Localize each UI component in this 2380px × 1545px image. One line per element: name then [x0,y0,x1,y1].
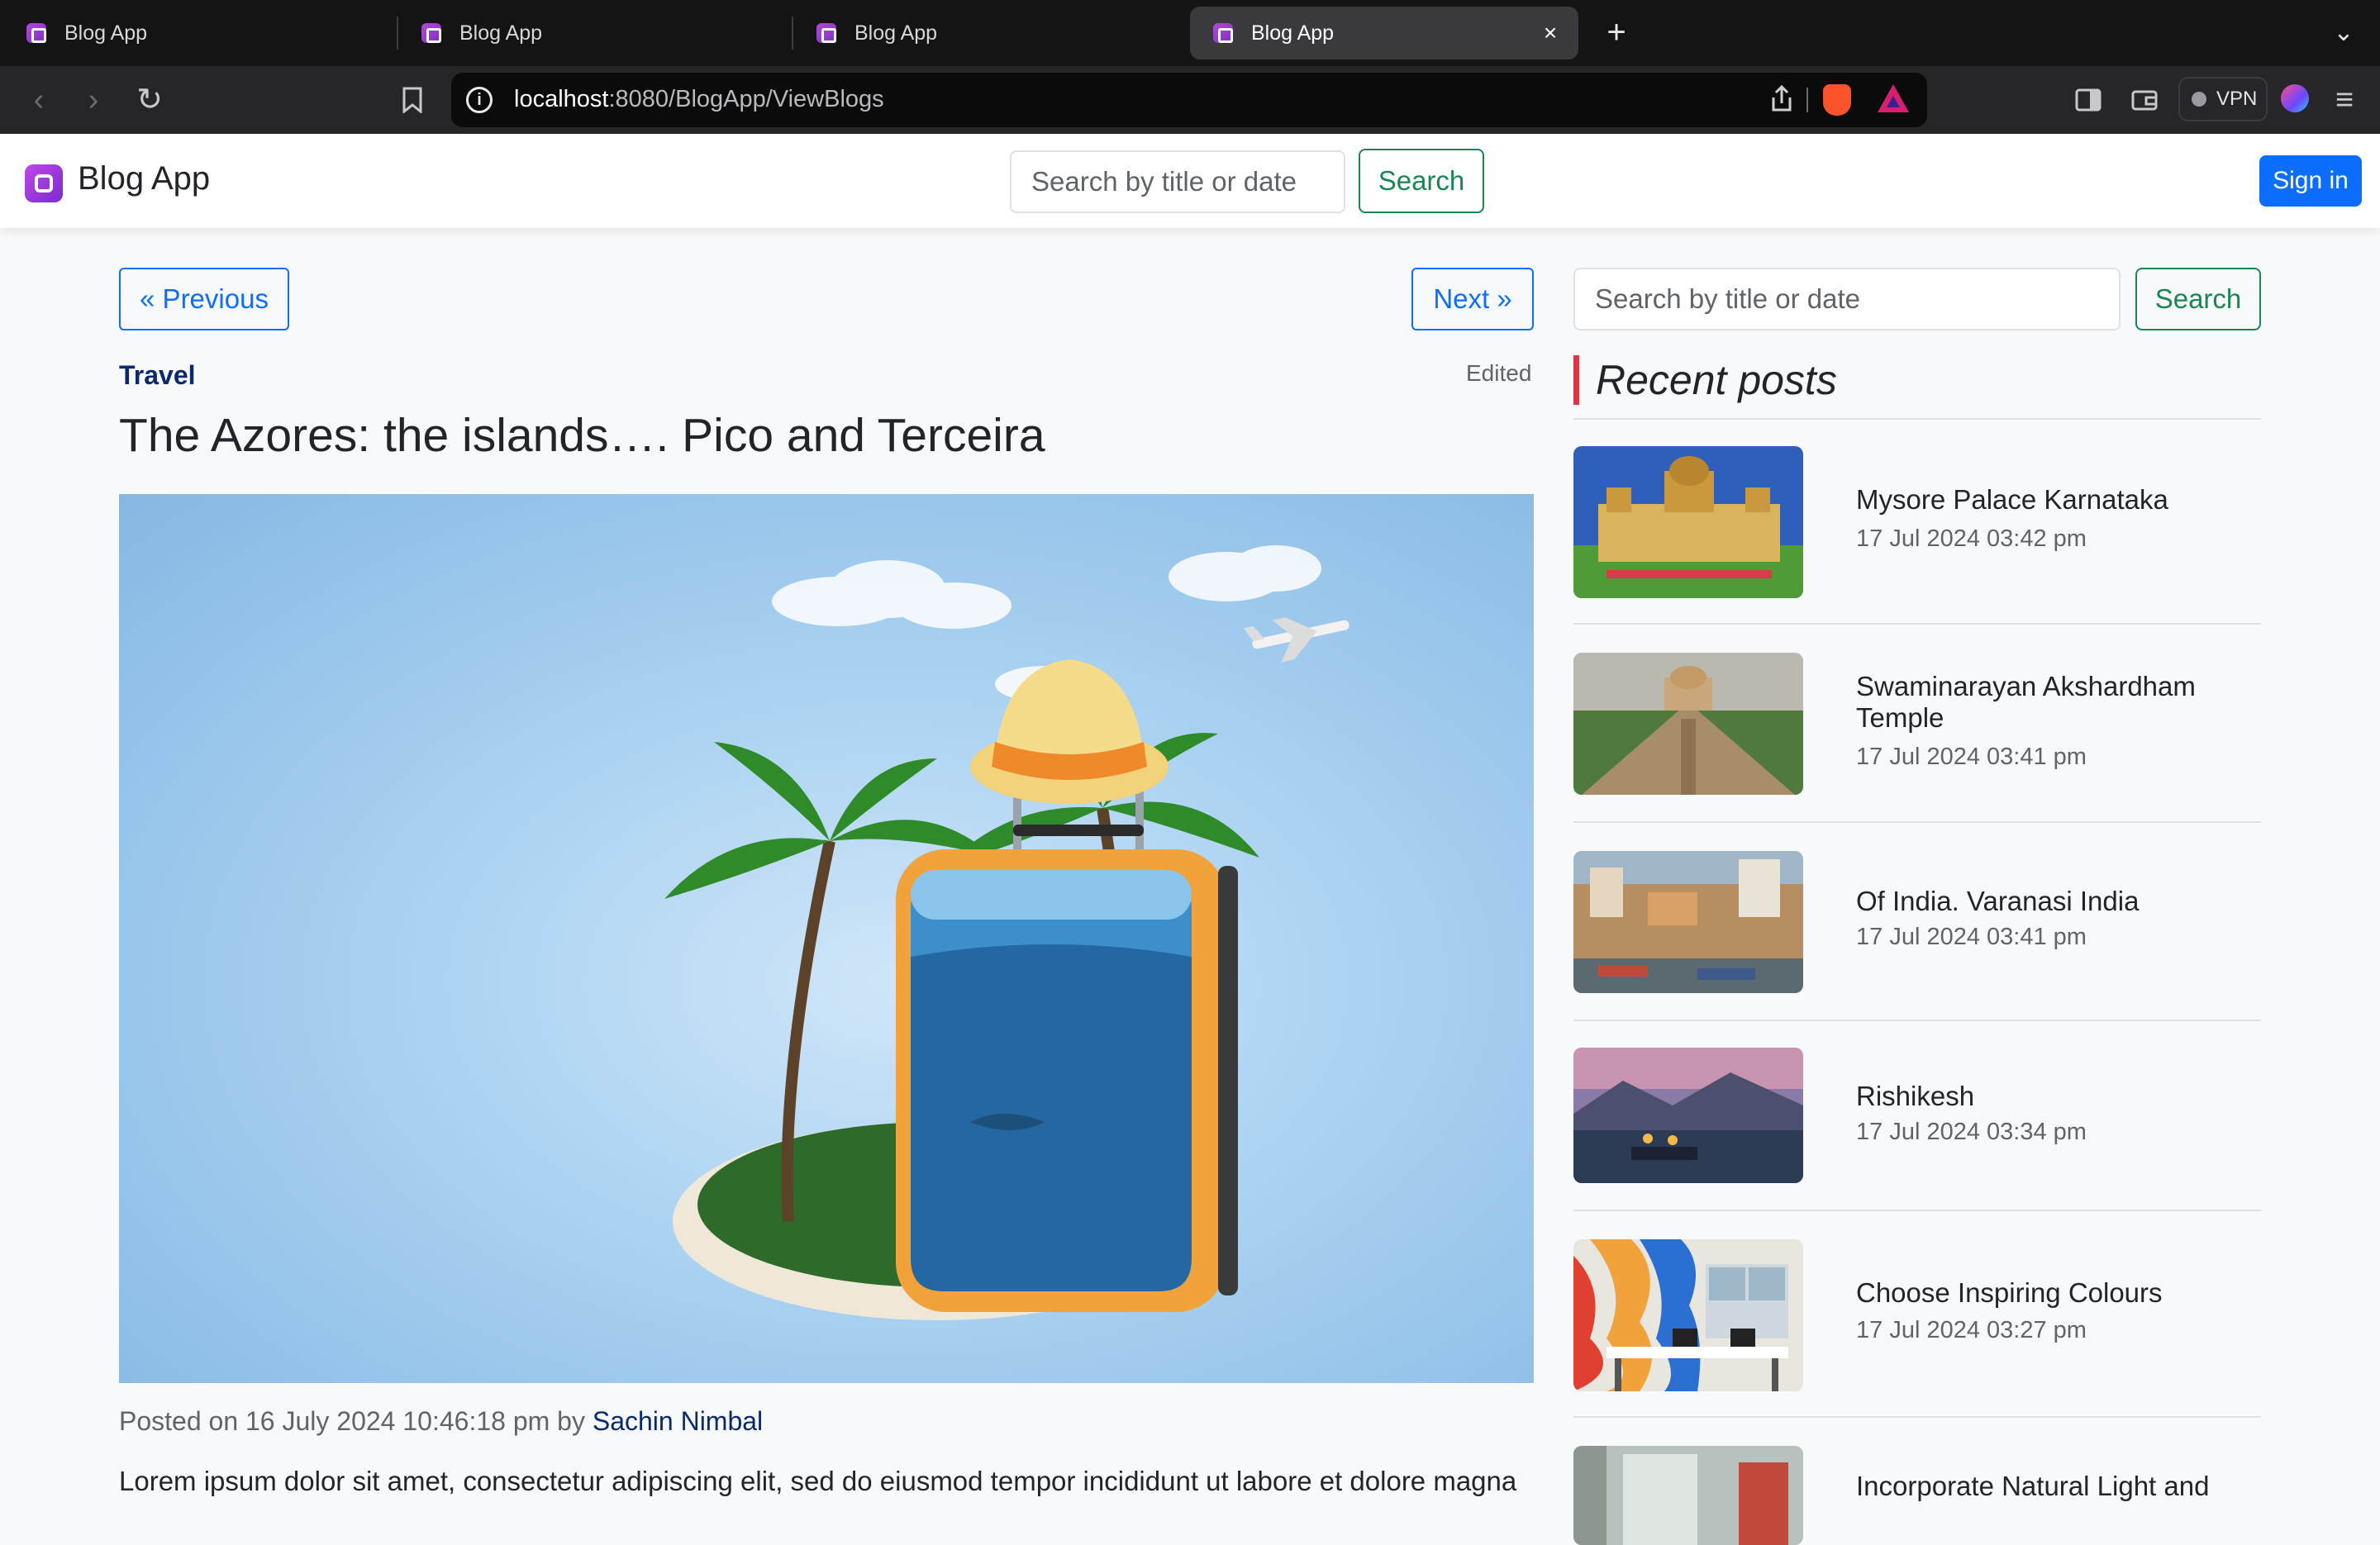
browser-tab[interactable]: Blog App [398,7,787,59]
blog-favicon-icon [816,23,836,43]
recent-post-date: 17 Jul 2024 03:41 pm [1856,924,2087,950]
post-thumbnail[interactable] [1573,851,1803,993]
recent-post-title[interactable]: Incorporate Natural Light and [1856,1471,2244,1502]
app-navbar: Blog App Search Sign in [0,134,2380,228]
recent-post-date: 17 Jul 2024 03:27 pm [1856,1317,2087,1343]
browser-tab[interactable]: Blog App [793,7,1182,59]
menu-hamburger-icon[interactable]: ≡ [2324,79,2365,121]
site-info-icon[interactable]: i [466,87,493,113]
tab-title: Blog App [854,21,938,45]
tab-title: Blog App [1251,21,1335,45]
recent-post-title[interactable]: Swaminarayan Akshardham Temple [1856,671,2244,734]
posted-meta: Posted on 16 July 2024 10:46:18 pm by Sa… [119,1406,763,1437]
sidebar-search-button[interactable]: Search [2135,268,2261,330]
bookmark-icon[interactable] [392,79,433,121]
author-link[interactable]: Sachin Nimbal [593,1406,763,1436]
post-thumbnail[interactable] [1573,1048,1803,1183]
post-hero-image [119,494,1534,1383]
sidebar-toggle-icon[interactable] [2068,79,2109,121]
url-divider [1806,88,1808,112]
back-arrow-icon[interactable]: ‹ [18,79,60,121]
address-bar[interactable]: i localhost:8080/BlogApp/ViewBlogs [451,73,1927,127]
divider [1573,1020,2261,1021]
sidebar-search-input[interactable] [1573,268,2121,330]
posted-date-text: Posted on 16 July 2024 10:46:18 pm by [119,1406,593,1436]
brand-name[interactable]: Blog App [78,160,210,197]
blog-favicon-icon [26,23,46,43]
tab-title: Blog App [459,21,543,45]
recent-posts-heading: Recent posts [1573,355,1837,405]
reload-icon[interactable]: ↻ [129,79,170,121]
previous-post-button[interactable]: « Previous [119,268,289,330]
post-thumbnail[interactable] [1573,653,1803,795]
close-tab-icon[interactable]: × [1537,20,1564,46]
next-post-button[interactable]: Next » [1411,268,1534,330]
recent-post-title[interactable]: Of India. Varanasi India [1856,886,2244,917]
recent-post-title[interactable]: Rishikesh [1856,1081,2244,1112]
recent-post-title[interactable]: Choose Inspiring Colours [1856,1277,2244,1309]
post-title: The Azores: the islands…. Pico and Terce… [119,409,1045,462]
tab-title: Blog App [64,21,148,45]
forward-arrow-icon[interactable]: › [73,79,114,121]
recent-post-date: 17 Jul 2024 03:41 pm [1856,744,2087,770]
recent-post-title[interactable]: Mysore Palace Karnataka [1856,484,2244,516]
url-text[interactable]: localhost:8080/BlogApp/ViewBlogs [514,86,884,113]
browser-toolbar: ‹ › ↻ i localhost:8080/BlogApp/ViewBlogs… [0,66,2380,134]
post-thumbnail[interactable] [1573,1239,1803,1391]
tab-list-chevron-down-icon[interactable]: ⌄ [2325,15,2362,51]
navbar-search-button[interactable]: Search [1359,149,1484,213]
browser-tab[interactable]: Blog App [3,7,392,59]
post-category[interactable]: Travel [119,360,196,391]
share-icon[interactable] [1767,84,1797,116]
divider [1573,821,2261,823]
blog-favicon-icon [421,23,441,43]
vpn-button[interactable]: VPN [2178,77,2268,121]
brave-shields-icon[interactable] [1823,84,1851,116]
brave-rewards-icon[interactable] [1878,84,1909,112]
edited-badge: Edited [1466,360,1532,386]
post-thumbnail[interactable] [1573,446,1803,598]
browser-tab-active[interactable]: Blog App × [1190,7,1578,59]
navbar-search-input[interactable] [1010,150,1345,213]
wallet-icon[interactable] [2124,79,2165,121]
post-thumbnail[interactable] [1573,1446,1803,1545]
recent-post-date: 17 Jul 2024 03:34 pm [1856,1119,2087,1145]
browser-tab-bar: Blog App Blog App Blog App Blog App × + … [0,0,2380,66]
post-body-text: Lorem ipsum dolor sit amet, consectetur … [119,1466,1517,1496]
new-tab-plus-icon[interactable]: + [1595,12,1638,55]
blog-favicon-icon [1213,23,1233,43]
divider [1573,418,2261,420]
divider [1573,1416,2261,1418]
divider [1573,1210,2261,1211]
profile-avatar-icon[interactable] [2281,84,2309,112]
divider [1573,623,2261,625]
blog-logo-icon[interactable] [25,164,63,202]
sign-in-button[interactable]: Sign in [2259,155,2362,207]
recent-post-date: 17 Jul 2024 03:42 pm [1856,525,2087,552]
